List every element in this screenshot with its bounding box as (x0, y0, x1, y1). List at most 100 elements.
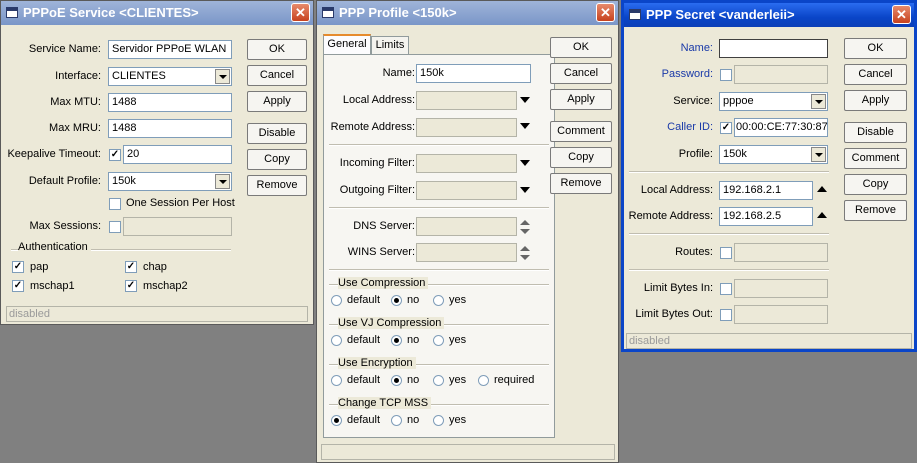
keepalive-checkbox[interactable]: ✓ (109, 149, 121, 161)
profile-select[interactable]: 150k (719, 145, 828, 164)
vj-yes-radio[interactable] (433, 335, 444, 346)
mss-yes-radio[interactable] (433, 415, 444, 426)
status-bar (321, 444, 615, 460)
status-bar: disabled (6, 306, 308, 322)
check-icon: ✓ (126, 261, 136, 272)
encryption-required-label: required (494, 374, 535, 386)
chevron-down-icon[interactable] (811, 94, 826, 109)
caller-id-input[interactable]: 00:00:CE:77:30:87 (734, 118, 828, 137)
chevron-up-icon[interactable] (817, 186, 827, 192)
routes-checkbox[interactable] (720, 247, 732, 259)
local-address-input[interactable] (416, 91, 517, 110)
name-input[interactable]: 150k (416, 64, 531, 83)
remove-button[interactable]: Remove (844, 200, 907, 221)
encryption-default-radio[interactable] (331, 375, 342, 386)
ok-button[interactable]: OK (550, 37, 612, 58)
limit-bytes-out-checkbox[interactable] (720, 309, 732, 321)
cancel-button[interactable]: Cancel (247, 65, 307, 86)
updown-icon[interactable] (520, 246, 530, 260)
mss-default-radio[interactable] (331, 415, 342, 426)
check-icon: ✓ (13, 261, 23, 272)
chevron-up-icon[interactable] (817, 212, 827, 218)
ok-button[interactable]: OK (844, 38, 907, 59)
mschap2-checkbox[interactable]: ✓ (125, 280, 137, 292)
disable-button[interactable]: Disable (844, 122, 907, 143)
vj-no-radio[interactable] (391, 335, 402, 346)
compression-default-radio[interactable] (331, 295, 342, 306)
close-icon[interactable]: ✕ (892, 5, 911, 24)
encryption-yes-radio[interactable] (433, 375, 444, 386)
remove-button[interactable]: Remove (550, 173, 612, 194)
disable-button[interactable]: Disable (247, 123, 307, 144)
pap-checkbox[interactable]: ✓ (12, 261, 24, 273)
remove-button[interactable]: Remove (247, 175, 307, 196)
incoming-filter-input[interactable] (416, 154, 517, 173)
compression-yes-radio[interactable] (433, 295, 444, 306)
encryption-default-label: default (347, 374, 381, 386)
close-icon[interactable]: ✕ (596, 3, 615, 22)
chevron-down-icon[interactable] (520, 123, 530, 129)
cancel-button[interactable]: Cancel (550, 63, 612, 84)
mss-yes-label: yes (449, 414, 467, 426)
service-select[interactable]: pppoe (719, 92, 828, 111)
encryption-no-radio[interactable] (391, 375, 402, 386)
apply-button[interactable]: Apply (844, 90, 907, 111)
caller-id-label: Caller ID: (667, 121, 713, 133)
local-address-input[interactable]: 192.168.2.1 (719, 181, 813, 200)
limit-bytes-in-checkbox[interactable] (720, 283, 732, 295)
keepalive-input[interactable]: 20 (123, 145, 232, 164)
chevron-down-icon[interactable] (520, 160, 530, 166)
apply-button[interactable]: Apply (247, 91, 307, 112)
mschap1-checkbox[interactable]: ✓ (12, 280, 24, 292)
interface-select[interactable]: CLIENTES (108, 67, 232, 86)
limit-bytes-in-input (734, 279, 828, 298)
divider (329, 207, 549, 209)
updown-icon[interactable] (520, 220, 530, 234)
copy-button[interactable]: Copy (550, 147, 612, 168)
chevron-down-icon[interactable] (215, 69, 230, 84)
max-sessions-checkbox[interactable] (109, 221, 121, 233)
comment-button[interactable]: Comment (844, 148, 907, 169)
profile-titlebar[interactable]: PPP Profile <150k> ✕ (317, 1, 618, 25)
chevron-down-icon[interactable] (215, 174, 230, 189)
mss-no-radio[interactable] (391, 415, 402, 426)
chevron-down-icon[interactable] (520, 97, 530, 103)
service-name-input[interactable]: Servidor PPPoE WLAN (108, 40, 232, 59)
compression-no-radio[interactable] (391, 295, 402, 306)
pppoe-titlebar[interactable]: PPPoE Service <CLIENTES> ✕ (1, 1, 313, 25)
routes-label: Routes: (675, 246, 713, 258)
max-mtu-label: Max MTU: (50, 96, 101, 108)
outgoing-filter-input[interactable] (416, 181, 517, 200)
max-mru-input[interactable]: 1488 (108, 119, 232, 138)
chevron-down-icon[interactable] (811, 147, 826, 162)
comment-button[interactable]: Comment (550, 121, 612, 142)
wins-server-input[interactable] (416, 243, 517, 262)
window-icon (322, 7, 334, 18)
copy-button[interactable]: Copy (247, 149, 307, 170)
caller-id-checkbox[interactable]: ✓ (720, 122, 732, 134)
chevron-down-icon[interactable] (520, 187, 530, 193)
remote-address-input[interactable] (416, 118, 517, 137)
check-icon: ✓ (110, 149, 120, 160)
local-address-label: Local Address: (342, 94, 415, 106)
ok-button[interactable]: OK (247, 39, 307, 60)
apply-button[interactable]: Apply (550, 89, 612, 110)
close-icon[interactable]: ✕ (291, 3, 310, 22)
cancel-button[interactable]: Cancel (844, 64, 907, 85)
remote-address-input[interactable]: 192.168.2.5 (719, 207, 813, 226)
vj-default-radio[interactable] (331, 335, 342, 346)
tab-general[interactable]: General (323, 34, 371, 55)
tab-limits[interactable]: Limits (371, 36, 409, 55)
copy-button[interactable]: Copy (844, 174, 907, 195)
max-mtu-input[interactable]: 1488 (108, 93, 232, 112)
status-bar: disabled (626, 333, 912, 349)
secret-titlebar[interactable]: PPP Secret <vanderleii> ✕ (624, 3, 914, 27)
name-input[interactable] (719, 39, 828, 58)
chap-checkbox[interactable]: ✓ (125, 261, 137, 273)
name-label: Name: (382, 67, 415, 79)
one-session-checkbox[interactable] (109, 198, 121, 210)
default-profile-select[interactable]: 150k (108, 172, 232, 191)
dns-server-input[interactable] (416, 217, 517, 236)
password-checkbox[interactable] (720, 69, 732, 81)
encryption-required-radio[interactable] (478, 375, 489, 386)
